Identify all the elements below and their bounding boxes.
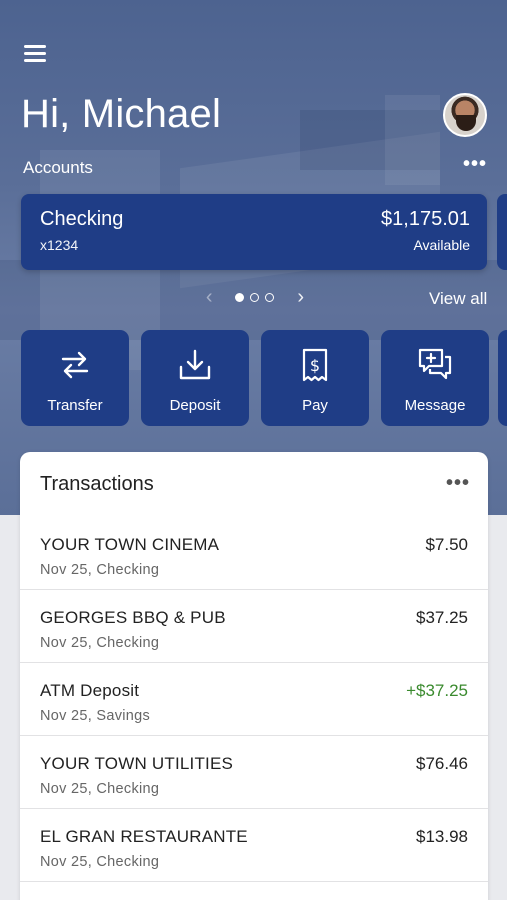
account-card-checking[interactable]: Checking x1234 $1,175.01 Available xyxy=(21,194,487,270)
pay-label: Pay xyxy=(302,397,328,414)
deposit-button[interactable]: Deposit xyxy=(141,330,249,426)
accounts-label: Accounts xyxy=(23,158,93,177)
pay-icon: $ xyxy=(302,348,328,382)
chevron-right-icon[interactable]: › xyxy=(292,286,311,309)
transaction-amount: $37.25 xyxy=(416,608,468,627)
transaction-amount: $7.50 xyxy=(425,535,468,554)
transaction-amount: +$37.25 xyxy=(406,681,468,700)
pager-dot-active[interactable] xyxy=(234,292,244,302)
greeting-title: Hi, Michael xyxy=(21,92,222,136)
pager-dot[interactable] xyxy=(249,292,259,302)
pager-dot[interactable] xyxy=(264,292,274,302)
transactions-more-icon[interactable]: ••• xyxy=(446,472,470,495)
transaction-meta: Nov 25, Checking xyxy=(40,781,160,797)
transaction-merchant: YOUR TOWN CINEMA xyxy=(40,535,220,554)
accounts-more-icon[interactable]: ••• xyxy=(463,153,487,176)
transaction-row[interactable]: GEORGES BBQ & PUB Nov 25, Checking $37.2… xyxy=(20,590,488,663)
view-all-link[interactable]: View all xyxy=(429,289,487,309)
transactions-panel: Transactions ••• YOUR TOWN CINEMA Nov 25… xyxy=(20,452,488,900)
transaction-merchant: ATM Deposit xyxy=(40,681,140,700)
account-pager: ‹ › xyxy=(200,286,311,309)
account-balance: $1,175.01 xyxy=(381,208,470,230)
chevron-left-icon[interactable]: ‹ xyxy=(200,286,219,309)
message-button[interactable]: Message xyxy=(381,330,489,426)
transfer-button[interactable]: Transfer xyxy=(21,330,129,426)
transaction-merchant: EL GRAN RESTAURANTE xyxy=(40,827,248,846)
transaction-row[interactable]: YOUR TOWN CINEMA Nov 25, Checking $7.50 xyxy=(20,517,488,590)
transaction-meta: Nov 25, Checking xyxy=(40,562,160,578)
transfer-label: Transfer xyxy=(47,397,103,414)
more-actions-stub[interactable] xyxy=(498,330,507,426)
account-balance-label: Available xyxy=(413,237,470,253)
deposit-icon xyxy=(179,349,211,380)
avatar[interactable] xyxy=(443,93,487,137)
hamburger-menu-icon[interactable] xyxy=(24,45,46,63)
next-account-card[interactable] xyxy=(497,194,507,270)
building-shape xyxy=(385,95,440,185)
account-number: x1234 xyxy=(40,237,79,253)
transactions-title: Transactions xyxy=(40,473,154,495)
transfer-icon xyxy=(61,351,89,379)
transaction-meta: Nov 25, Checking xyxy=(40,635,160,651)
account-name: Checking xyxy=(40,208,124,230)
message-icon xyxy=(418,348,452,380)
transaction-meta: Nov 25, Checking xyxy=(40,854,160,870)
pager-dots xyxy=(234,292,274,302)
svg-text:$: $ xyxy=(310,356,320,375)
transaction-amount: $76.46 xyxy=(416,754,468,773)
transaction-amount: $13.98 xyxy=(416,827,468,846)
deposit-label: Deposit xyxy=(169,397,221,414)
pay-button[interactable]: $ Pay xyxy=(261,330,369,426)
message-label: Message xyxy=(404,397,466,414)
transaction-merchant: GEORGES BBQ & PUB xyxy=(40,608,226,627)
transaction-row[interactable]: YOUR TOWN UTILITIES Nov 25, Checking $76… xyxy=(20,736,488,809)
transaction-meta: Nov 25, Savings xyxy=(40,708,151,724)
transaction-merchant: YOUR TOWN UTILITIES xyxy=(40,754,234,773)
transaction-row[interactable]: EL GRAN RESTAURANTE Nov 25, Checking $13… xyxy=(20,809,488,882)
transaction-row[interactable]: ATM Deposit Nov 25, Savings +$37.25 xyxy=(20,663,488,736)
